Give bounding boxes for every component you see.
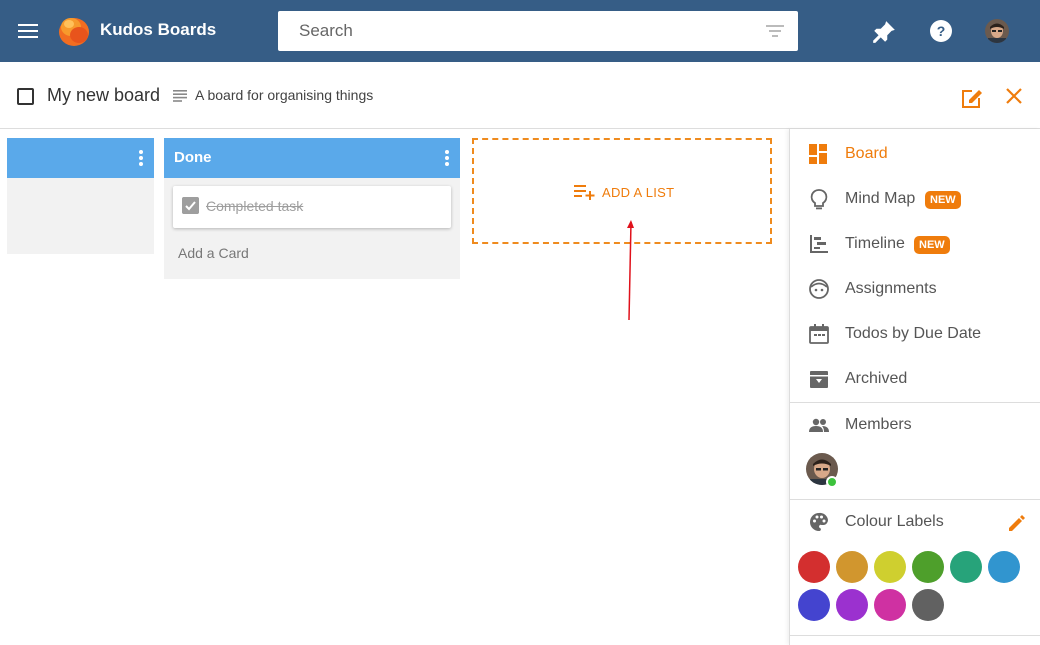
colour-swatch[interactable] [912,551,944,583]
sidebar-item-label: Board [845,145,888,162]
app-title[interactable]: Kudos Boards [100,20,216,40]
sidebar-divider [790,499,1040,500]
edit-board-icon[interactable] [959,85,985,109]
colour-swatch[interactable] [798,589,830,621]
description-icon [173,90,187,102]
sidebar-item-label: Todos by Due Date [845,325,982,342]
sidebar-item-assignments[interactable]: Assignments [790,270,1040,310]
close-icon[interactable] [1005,87,1023,105]
dashboard-icon [809,144,827,164]
colour-swatch[interactable] [912,589,944,621]
sidebar-item-archived[interactable]: Archived [790,360,1040,400]
playlist-add-icon [574,185,595,200]
help-icon[interactable]: ? [929,19,953,43]
list-header[interactable] [7,138,154,178]
board-description[interactable]: A board for organising things [195,87,373,103]
board-header: My new board A board for organising thin… [0,63,1040,129]
pin-icon[interactable] [871,19,897,45]
colour-swatch[interactable] [874,551,906,583]
archive-icon [810,371,828,388]
list-title[interactable]: Done [174,149,212,166]
sidebar-divider [790,635,1040,636]
top-bar: Kudos Boards ? [0,0,1040,63]
sidebar-item-todos-by-due-date[interactable]: Todos by Due Date [790,315,1040,355]
palette-icon [810,512,829,532]
search-box[interactable] [278,11,798,51]
new-badge: NEW [925,191,961,209]
annotation-arrow-icon [627,220,634,321]
hamburger-menu-icon[interactable] [16,20,40,42]
list-more-icon[interactable] [139,150,143,166]
face-icon [809,279,829,299]
sidebar-item-mind-map[interactable]: Mind Map NEW [790,180,1040,220]
sidebar-item-board[interactable]: Board [790,135,1040,175]
colour-swatch[interactable] [836,551,868,583]
list-column [7,138,154,254]
people-icon [809,418,829,432]
colour-swatch[interactable] [836,589,868,621]
sidebar-item-timeline[interactable]: Timeline NEW [790,225,1040,265]
timeline-icon [810,235,828,253]
board-checkbox[interactable] [17,88,34,105]
colour-swatch[interactable] [798,551,830,583]
add-list-label: ADD A LIST [602,184,675,200]
lightbulb-icon [810,189,828,210]
colour-labels-section: Colour Labels [790,503,1040,543]
sidebar-item-label: Timeline [845,235,905,252]
colour-swatch[interactable] [988,551,1020,583]
colour-labels-title: Colour Labels [845,513,944,530]
colour-swatch[interactable] [874,589,906,621]
sidebar-item-label: Archived [845,370,908,387]
card-checked-icon[interactable] [182,197,199,214]
sidebar-item-label: Mind Map [845,190,916,207]
new-badge: NEW [914,236,950,254]
sidebar-divider [790,402,1040,403]
edit-colour-labels-icon[interactable] [1007,513,1027,533]
members-section: Members [790,406,1040,446]
kudos-logo-icon[interactable] [57,13,93,49]
board-title[interactable]: My new board [47,85,160,106]
filter-icon[interactable] [766,25,784,37]
card-title: Completed task [206,198,304,214]
search-input[interactable] [278,11,748,51]
list-more-icon[interactable] [445,150,449,166]
colour-swatch[interactable] [950,551,982,583]
online-status-indicator [826,476,838,488]
members-title: Members [845,416,912,433]
calendar-icon [809,324,829,344]
list-column-done: Done Completed task Add a Card [164,138,460,279]
add-card-button[interactable]: Add a Card [178,245,249,261]
sidebar-item-label: Assignments [845,280,937,297]
user-avatar[interactable] [985,19,1009,43]
list-header[interactable]: Done [164,138,460,178]
card[interactable]: Completed task [173,186,451,228]
svg-text:?: ? [937,23,946,39]
board-sidebar: Board Mind Map NEW Timeline NEW Assignme… [789,129,1040,645]
